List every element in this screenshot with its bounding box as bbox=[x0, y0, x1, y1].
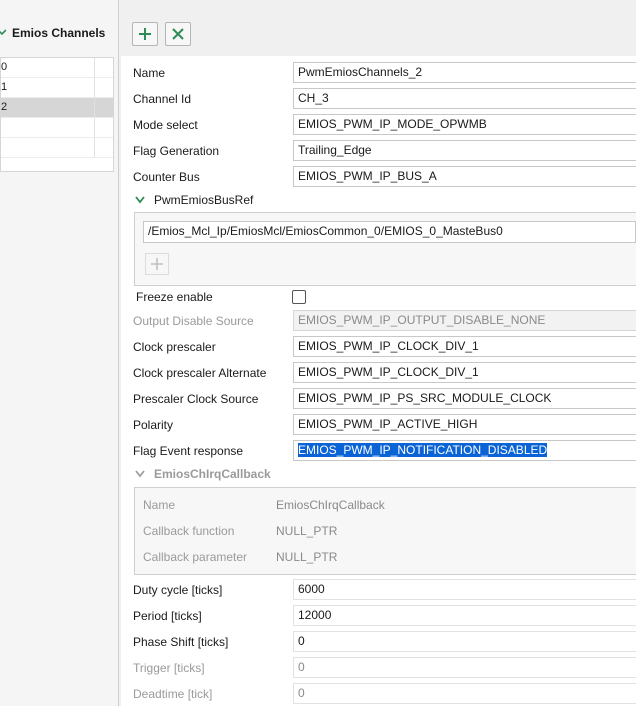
list-item-label: 2 bbox=[1, 101, 8, 113]
callback-parameter-value: NULL_PTR bbox=[276, 550, 338, 564]
period-label: Period [ticks] bbox=[133, 609, 202, 623]
list-item-channel-2[interactable]: 2 bbox=[1, 98, 113, 118]
duty-cycle-label: Duty cycle [ticks] bbox=[133, 583, 223, 597]
mode-select-label: Mode select bbox=[133, 118, 198, 132]
channels-title: Emios Channels bbox=[12, 26, 106, 40]
list-item-channel-0[interactable]: 0 bbox=[1, 58, 113, 78]
duty-cycle-field[interactable]: 6000 bbox=[293, 579, 636, 600]
callback-section-header[interactable]: EmiosChIrqCallback bbox=[135, 467, 271, 481]
list-item-channel-1[interactable]: 1 bbox=[1, 78, 113, 98]
prescaler-clock-source-dropdown[interactable]: EMIOS_PWM_IP_PS_SRC_MODULE_CLOCK bbox=[293, 388, 636, 409]
callback-function-label: Callback function bbox=[143, 524, 235, 538]
callback-title: EmiosChIrqCallback bbox=[154, 467, 271, 481]
counter-bus-dropdown[interactable]: EMIOS_PWM_IP_BUS_A bbox=[293, 166, 636, 187]
name-field[interactable]: PwmEmiosChannels_2 bbox=[293, 62, 636, 83]
output-disable-source-dropdown[interactable]: EMIOS_PWM_IP_OUTPUT_DISABLE_NONE bbox=[293, 310, 636, 331]
clock-prescaler-alt-label: Clock prescaler Alternate bbox=[133, 366, 267, 380]
list-item-label: 0 bbox=[1, 61, 8, 73]
bus-ref-section-header[interactable]: PwmEmiosBusRef bbox=[135, 193, 253, 207]
bus-ref-field[interactable]: /Emios_Mcl_Ip/EmiosMcl/EmiosCommon_0/EMI… bbox=[143, 221, 636, 243]
freeze-enable-label: Freeze enable bbox=[136, 290, 213, 304]
prescaler-clock-source-label: Prescaler Clock Source bbox=[133, 392, 259, 406]
channel-id-field[interactable]: CH_3 bbox=[293, 88, 636, 109]
chevron-down-icon bbox=[135, 196, 145, 204]
phase-shift-label: Phase Shift [ticks] bbox=[133, 635, 229, 649]
counter-bus-label: Counter Bus bbox=[133, 170, 200, 184]
flag-event-response-label: Flag Event response bbox=[133, 444, 244, 458]
flag-generation-dropdown[interactable]: Trailing_Edge bbox=[293, 140, 636, 161]
channel-id-label: Channel Id bbox=[133, 92, 192, 106]
remove-channel-button[interactable] bbox=[165, 22, 191, 46]
phase-shift-field[interactable]: 0 bbox=[293, 631, 636, 652]
flag-generation-label: Flag Generation bbox=[133, 144, 220, 158]
polarity-label: Polarity bbox=[133, 418, 174, 432]
callback-function-value: NULL_PTR bbox=[276, 524, 338, 538]
deadtime-label: Deadtime [tick] bbox=[133, 687, 213, 701]
callback-parameter-label: Callback parameter bbox=[143, 550, 248, 564]
clock-prescaler-dropdown[interactable]: EMIOS_PWM_IP_CLOCK_DIV_1 bbox=[293, 336, 636, 357]
output-disable-source-label: Output Disable Source bbox=[133, 314, 254, 328]
channels-list: 0 1 2 bbox=[0, 57, 114, 172]
trigger-field[interactable]: 0 bbox=[293, 657, 636, 678]
selected-text: EMIOS_PWM_IP_NOTIFICATION_DISABLED bbox=[298, 443, 548, 457]
bus-ref-title: PwmEmiosBusRef bbox=[154, 193, 254, 207]
trigger-label: Trigger [ticks] bbox=[133, 661, 205, 675]
clock-prescaler-label: Clock prescaler bbox=[133, 340, 216, 354]
list-item-empty bbox=[1, 138, 113, 158]
clock-prescaler-alt-dropdown[interactable]: EMIOS_PWM_IP_CLOCK_DIV_1 bbox=[293, 362, 636, 383]
mode-select-dropdown[interactable]: EMIOS_PWM_IP_MODE_OPWMB bbox=[293, 114, 636, 135]
plus-icon bbox=[151, 258, 163, 270]
plus-icon bbox=[139, 28, 151, 40]
flag-event-response-dropdown[interactable]: EMIOS_PWM_IP_NOTIFICATION_DISABLED bbox=[293, 440, 636, 461]
list-item-empty bbox=[1, 118, 113, 138]
chevron-down-icon bbox=[0, 29, 6, 36]
polarity-dropdown[interactable]: EMIOS_PWM_IP_ACTIVE_HIGH bbox=[293, 414, 636, 435]
period-field[interactable]: 12000 bbox=[293, 605, 636, 626]
callback-name-value: EmiosChIrqCallback bbox=[276, 498, 385, 512]
name-label: Name bbox=[133, 66, 166, 80]
close-icon bbox=[172, 28, 184, 40]
deadtime-field[interactable]: 0 bbox=[293, 683, 636, 704]
callback-name-label: Name bbox=[143, 498, 176, 512]
add-channel-button[interactable] bbox=[132, 22, 158, 46]
freeze-enable-checkbox[interactable] bbox=[292, 290, 306, 304]
list-item-label: 1 bbox=[1, 81, 8, 93]
chevron-down-icon bbox=[135, 470, 145, 478]
channels-header[interactable]: Emios Channels bbox=[0, 26, 105, 40]
add-bus-ref-button[interactable] bbox=[145, 253, 169, 275]
